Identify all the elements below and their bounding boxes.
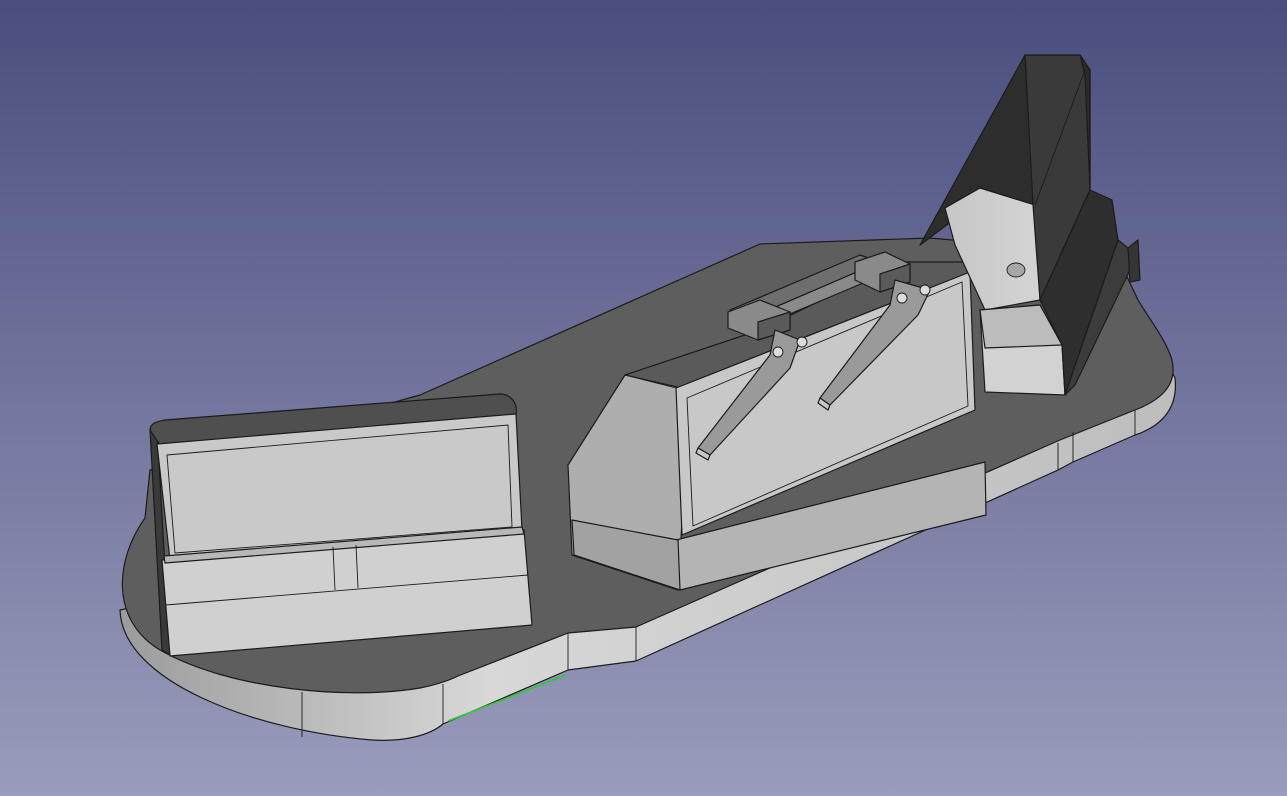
cad-model-view[interactable] bbox=[0, 0, 1287, 796]
3d-viewport[interactable] bbox=[0, 0, 1287, 796]
tower-hole bbox=[1006, 262, 1026, 278]
left-block[interactable] bbox=[149, 393, 533, 657]
